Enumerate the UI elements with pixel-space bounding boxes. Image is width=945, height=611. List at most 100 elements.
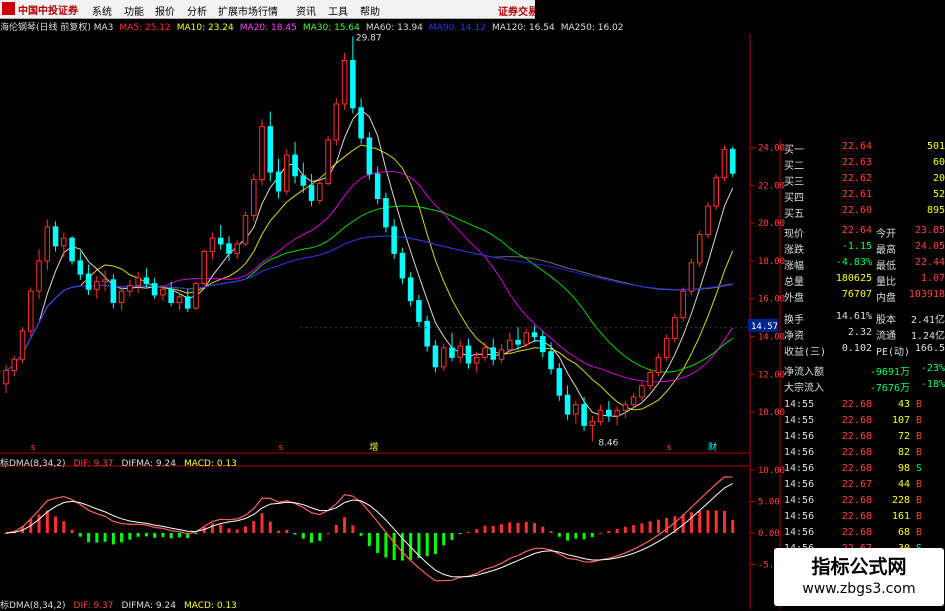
tick-price: 22.68: [841, 447, 872, 458]
tick-time: 14:56: [784, 431, 815, 442]
candle-body: [713, 177, 719, 207]
candle-body: [573, 404, 579, 415]
stat-value: 2.32: [847, 327, 872, 338]
candle-body: [94, 281, 100, 290]
candle-body: [308, 184, 315, 201]
tick-volume: 43: [897, 399, 910, 410]
ma90-label: MA90: 14.12: [428, 23, 486, 33]
bid-volume: 52: [932, 189, 945, 200]
candle-body: [209, 237, 216, 252]
tick-side: B: [916, 431, 923, 442]
candle-body: [52, 226, 59, 247]
candle-body: [705, 205, 711, 235]
tick-time: 14:56: [784, 527, 815, 538]
tick-price: 22.68: [841, 415, 872, 426]
macd-bar: [268, 521, 272, 533]
flow-amount: -9691万: [869, 367, 910, 378]
macd-bar: [425, 533, 429, 557]
candle-body: [548, 351, 554, 370]
macd-bar: [70, 529, 74, 533]
candle-body: [589, 421, 596, 426]
flow-percent: -23%: [920, 363, 945, 374]
stat-label: 最高: [876, 245, 896, 256]
menu-extended-market[interactable]: 扩展市场行情: [218, 3, 278, 18]
macd-bar: [62, 521, 66, 533]
candle-body: [556, 368, 563, 396]
macd-bar: [574, 533, 578, 539]
menu-analysis[interactable]: 分析: [187, 3, 207, 18]
menu-news[interactable]: 资讯: [296, 3, 316, 18]
macd-bar: [219, 524, 223, 533]
menu-trade[interactable]: 证券交易: [498, 3, 538, 18]
tick-row: 14:56 22.68 68 B: [780, 527, 945, 540]
candle-body: [19, 330, 26, 360]
macd-bar: [566, 533, 570, 541]
stock-title: 海伦钢琴(日线 前复权) MA3: [0, 23, 114, 33]
candle-body: [729, 148, 736, 174]
candle-body: [300, 175, 307, 186]
difma-line: [5, 483, 733, 578]
ma10-label: MA10: 23.24: [176, 23, 234, 33]
tick-time: 14:56: [784, 479, 815, 490]
tick-row: 14:55 22.68 43 B: [780, 399, 945, 412]
tick-volume: 98: [897, 463, 910, 474]
candle-body: [639, 385, 645, 398]
candle-body: [28, 290, 34, 332]
candle-body: [465, 345, 472, 364]
macd-bar: [549, 531, 553, 533]
macd-bar: [351, 525, 355, 533]
macd-bar: [656, 519, 660, 533]
indicator-name-bottom: 标DMA(8,34,2): [0, 601, 66, 611]
tick-row: 14:56 22.68 98 S: [780, 463, 945, 476]
stat-label: 最低: [876, 261, 896, 272]
ma20-line: [5, 171, 734, 383]
menu-quote[interactable]: 报价: [155, 3, 175, 18]
candle-body: [655, 356, 662, 373]
candle-body: [696, 233, 703, 264]
stat-value: 24.05: [914, 241, 945, 252]
candle-body: [217, 237, 224, 245]
bid-price: 22.62: [841, 173, 872, 184]
macd-bar: [508, 522, 512, 533]
stat-value: -1.15: [841, 241, 872, 252]
macd-bar: [194, 533, 198, 534]
macd-bar: [136, 533, 140, 537]
tick-volume: 82: [897, 447, 910, 458]
menu-bar: 中国中投证券 系统 功能 报价 分析 扩展市场行情 资讯 工具 帮助 证券交易: [0, 0, 945, 19]
menu-blank: [535, 0, 945, 19]
candle-body: [160, 288, 166, 296]
menu-system[interactable]: 系统: [92, 3, 112, 18]
candle-body: [606, 409, 612, 417]
menu-function[interactable]: 功能: [124, 3, 144, 18]
candle-body: [85, 273, 92, 290]
candle-body: [449, 347, 455, 358]
tick-volume: 68: [897, 527, 910, 538]
macd-bar: [524, 521, 528, 533]
bid-label: 买二: [784, 161, 804, 172]
macd-bar: [582, 533, 586, 540]
candle-body: [581, 404, 587, 426]
bid-price: 22.61: [841, 189, 872, 200]
macd-bar: [260, 513, 264, 533]
macd-label-bottom: MACD: 0.13: [183, 601, 237, 611]
stat-row: 涨幅 -4.83% 最低 22.44: [780, 257, 945, 272]
macd-bar: [475, 529, 479, 533]
candle-body: [242, 215, 249, 245]
indicator-name: 标DMA(8,34,2): [0, 459, 66, 469]
candle-body: [77, 260, 84, 275]
menu-help[interactable]: 帮助: [360, 3, 380, 18]
macd-bar: [128, 533, 132, 540]
stat-value: 22.64: [841, 225, 872, 236]
macd-bar: [450, 533, 454, 541]
macd-bar: [301, 533, 305, 539]
difma-label-bottom: DIFMA: 9.24: [121, 601, 176, 611]
menu-tools[interactable]: 工具: [328, 3, 348, 18]
stat-label: 涨跌: [784, 245, 804, 256]
stat-label: 总量: [784, 277, 804, 288]
flow-amount: -7676万: [869, 383, 910, 394]
tick-side: B: [916, 527, 923, 538]
candle-body: [259, 126, 265, 181]
candle-body: [69, 237, 75, 262]
ma30-label: MA30: 15.64: [302, 23, 360, 33]
macd-bar: [599, 532, 603, 534]
